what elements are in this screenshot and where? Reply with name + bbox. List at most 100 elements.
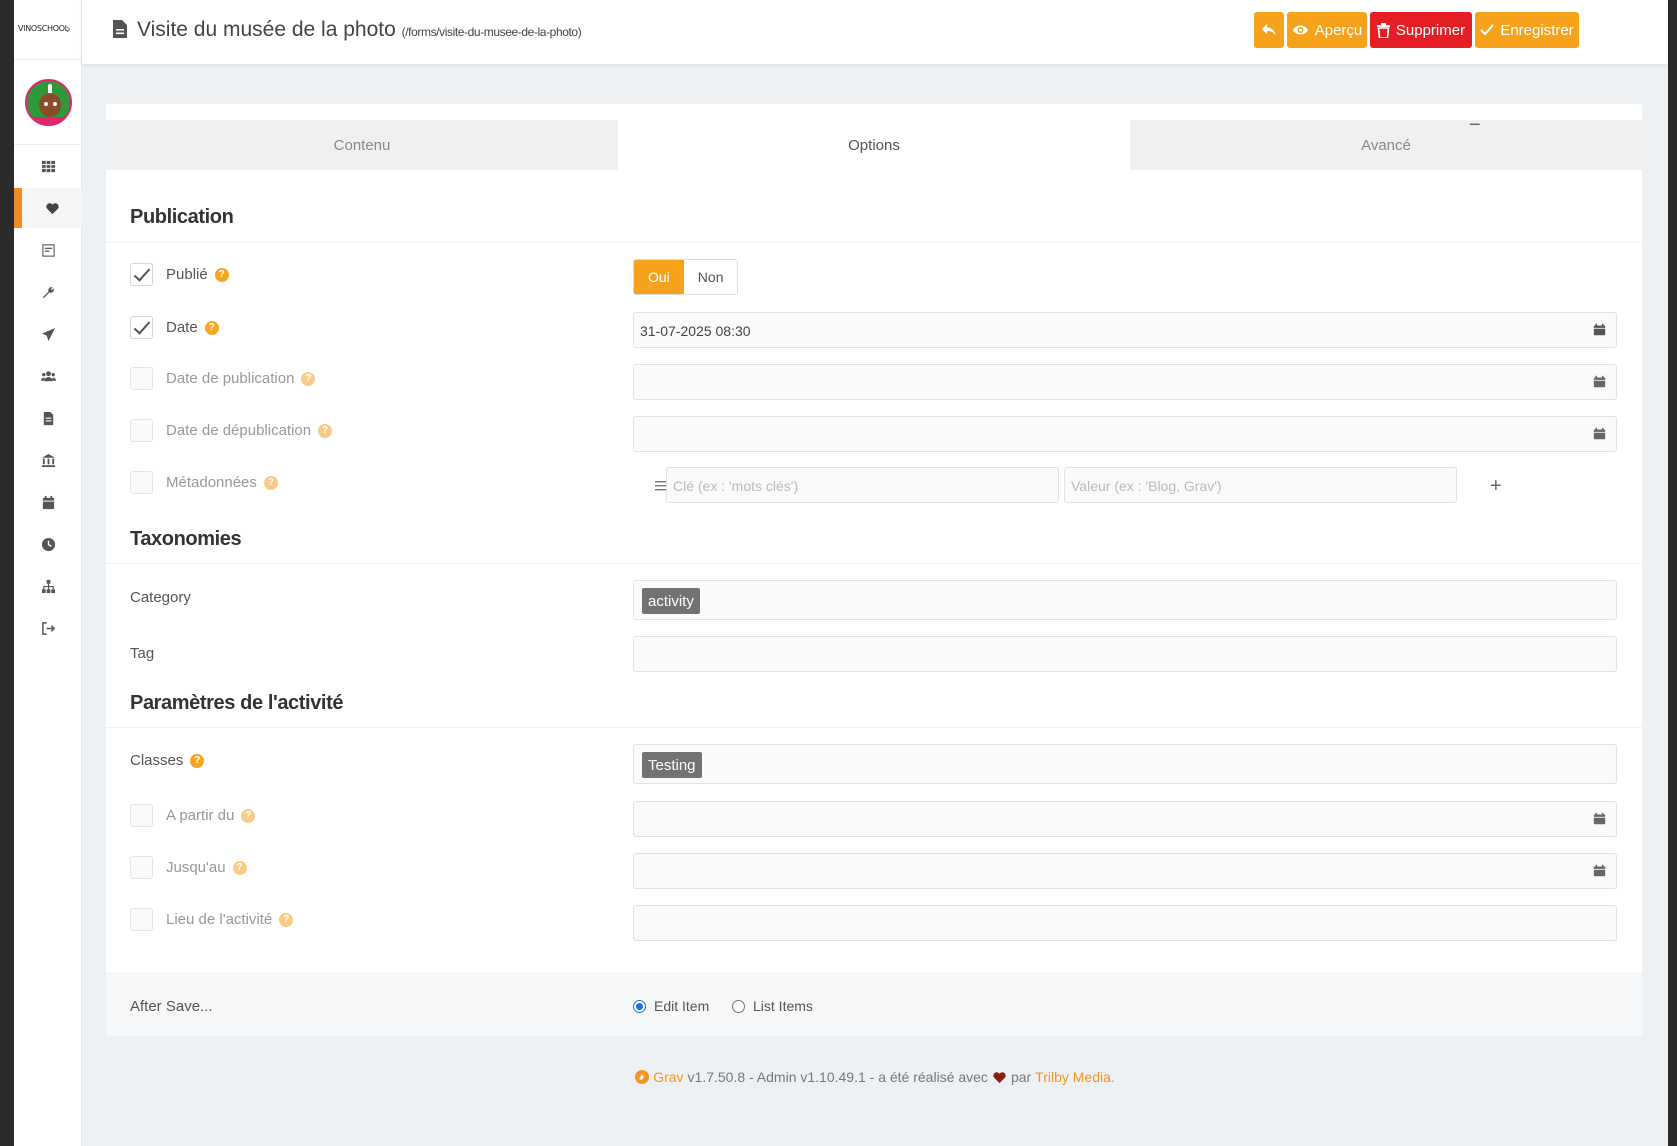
footer: Grav v1.7.50.8 - Admin v1.10.49.1 - a ét… — [82, 1069, 1668, 1085]
location-field[interactable] — [633, 905, 1617, 941]
metadata-value-input[interactable]: Valeur (ex : 'Blog, Grav') — [1064, 467, 1457, 503]
classes-label: Classes? — [130, 752, 205, 769]
heart-icon — [45, 202, 59, 214]
tab-bar: Contenu Options Avancé — [106, 120, 1642, 170]
after-save-edit-item-radio[interactable]: Edit Item — [633, 998, 709, 1014]
logout-icon — [41, 621, 55, 635]
nav-messages[interactable] — [14, 314, 82, 354]
help-icon[interactable]: ? — [241, 808, 256, 823]
date-checkbox[interactable] — [130, 316, 153, 339]
publish-date-field[interactable] — [633, 364, 1617, 400]
location-checkbox[interactable] — [130, 908, 153, 931]
metadata-key-input[interactable]: Clé (ex : 'mots clés') — [666, 467, 1059, 503]
grid-icon — [41, 160, 55, 172]
page-title: Visite du musée de la photo (/forms/visi… — [137, 18, 582, 42]
page-title-text: Visite du musée de la photo — [137, 18, 396, 41]
unpublish-date-label: Date de dépublication? — [166, 422, 333, 439]
file-icon — [43, 411, 53, 425]
section-activity-title: Paramètres de l'activité — [130, 692, 344, 714]
calendar-icon — [42, 495, 54, 509]
clock-icon — [41, 537, 55, 551]
until-date-field[interactable] — [633, 853, 1617, 889]
calendar-icon[interactable] — [1593, 375, 1606, 388]
published-label: Publié? — [166, 266, 229, 283]
published-no-option[interactable]: Non — [684, 260, 738, 294]
drag-handle-icon[interactable] — [655, 480, 666, 491]
expand-sidebar-icon[interactable]: › — [66, 20, 71, 36]
classes-field[interactable]: Testing — [633, 744, 1617, 784]
institution-icon — [41, 453, 55, 467]
section-publication-title: Publication — [130, 206, 234, 228]
nav-sitemap[interactable] — [14, 566, 82, 606]
calendar-icon[interactable] — [1593, 427, 1606, 440]
category-label: Category — [130, 589, 191, 606]
grav-link[interactable]: Grav — [653, 1069, 683, 1085]
page-route: (/forms/visite-du-musee-de-la-photo) — [401, 25, 582, 39]
help-icon[interactable]: ? — [263, 475, 278, 490]
publish-date-label: Date de publication? — [166, 370, 316, 387]
form-icon — [41, 243, 55, 257]
metadata-checkbox[interactable] — [130, 471, 153, 494]
section-taxonomies-title: Taxonomies — [130, 528, 242, 550]
classes-tag-chip[interactable]: Testing — [642, 752, 702, 778]
category-field[interactable]: activity — [633, 580, 1617, 620]
heart-icon — [993, 1071, 1006, 1083]
date-field[interactable]: 31-07-2025 08:30 — [633, 312, 1617, 348]
unpublish-date-checkbox[interactable] — [130, 419, 153, 442]
until-date-label: Jusqu'au? — [166, 859, 247, 876]
help-icon[interactable]: ? — [318, 423, 333, 438]
nav-calendar[interactable] — [14, 482, 82, 522]
category-tag-chip[interactable]: activity — [642, 588, 700, 614]
tag-field[interactable] — [633, 636, 1617, 672]
from-date-field[interactable] — [633, 801, 1617, 837]
tab-options[interactable]: Options — [618, 120, 1130, 170]
remove-metadata-icon[interactable]: − — [1469, 114, 1481, 137]
calendar-icon[interactable] — [1593, 812, 1606, 825]
from-date-checkbox[interactable] — [130, 804, 153, 827]
nav-forms[interactable] — [14, 230, 82, 270]
nav-pages[interactable] — [14, 398, 82, 438]
metadata-label: Métadonnées? — [166, 474, 278, 491]
preview-button[interactable]: Aperçu — [1287, 12, 1367, 48]
nav-favorites[interactable] — [14, 188, 82, 228]
users-icon — [40, 370, 56, 381]
nav-users[interactable] — [14, 356, 82, 396]
publish-date-checkbox[interactable] — [130, 367, 153, 390]
published-checkbox[interactable] — [130, 263, 153, 286]
add-metadata-icon[interactable]: + — [1490, 475, 1502, 498]
until-date-checkbox[interactable] — [130, 856, 153, 879]
delete-button[interactable]: Supprimer — [1370, 12, 1472, 48]
nav-history[interactable] — [14, 524, 82, 564]
grav-logo-icon — [635, 1070, 650, 1084]
nav-dashboard[interactable] — [14, 146, 82, 186]
app-frame: VINOSCHOOL › Visite du musée de la photo… — [14, 0, 1668, 1146]
calendar-icon[interactable] — [1593, 864, 1606, 877]
tab-content[interactable]: Contenu — [106, 120, 618, 170]
trilby-media-link[interactable]: Trilby Media. — [1035, 1069, 1115, 1085]
after-save-label: After Save... — [130, 998, 213, 1015]
footer-by-text: par — [1010, 1069, 1032, 1085]
help-icon[interactable]: ? — [279, 912, 294, 927]
back-button[interactable] — [1254, 12, 1284, 48]
trash-icon — [1376, 22, 1390, 38]
calendar-icon[interactable] — [1593, 323, 1606, 336]
nav-institutions[interactable] — [14, 440, 82, 480]
user-avatar[interactable] — [25, 79, 72, 126]
help-icon[interactable]: ? — [214, 267, 229, 282]
unpublish-date-field[interactable] — [633, 416, 1617, 452]
nav-logout[interactable] — [14, 608, 82, 648]
sitemap-icon — [41, 579, 55, 593]
sidebar: VINOSCHOOL › — [14, 0, 82, 1146]
logo-box: VINOSCHOOL › — [14, 0, 82, 60]
help-icon[interactable]: ? — [301, 371, 316, 386]
help-icon[interactable]: ? — [190, 753, 205, 768]
published-yes-option[interactable]: Oui — [634, 260, 684, 294]
nav-tools[interactable] — [14, 272, 82, 312]
send-icon — [41, 327, 55, 341]
tab-advanced[interactable]: Avancé — [1130, 120, 1642, 170]
brand-logo[interactable]: VINOSCHOOL — [18, 24, 69, 33]
after-save-list-items-radio[interactable]: List Items — [732, 998, 813, 1014]
help-icon[interactable]: ? — [204, 320, 219, 335]
help-icon[interactable]: ? — [232, 860, 247, 875]
save-button[interactable]: Enregistrer — [1475, 12, 1579, 48]
